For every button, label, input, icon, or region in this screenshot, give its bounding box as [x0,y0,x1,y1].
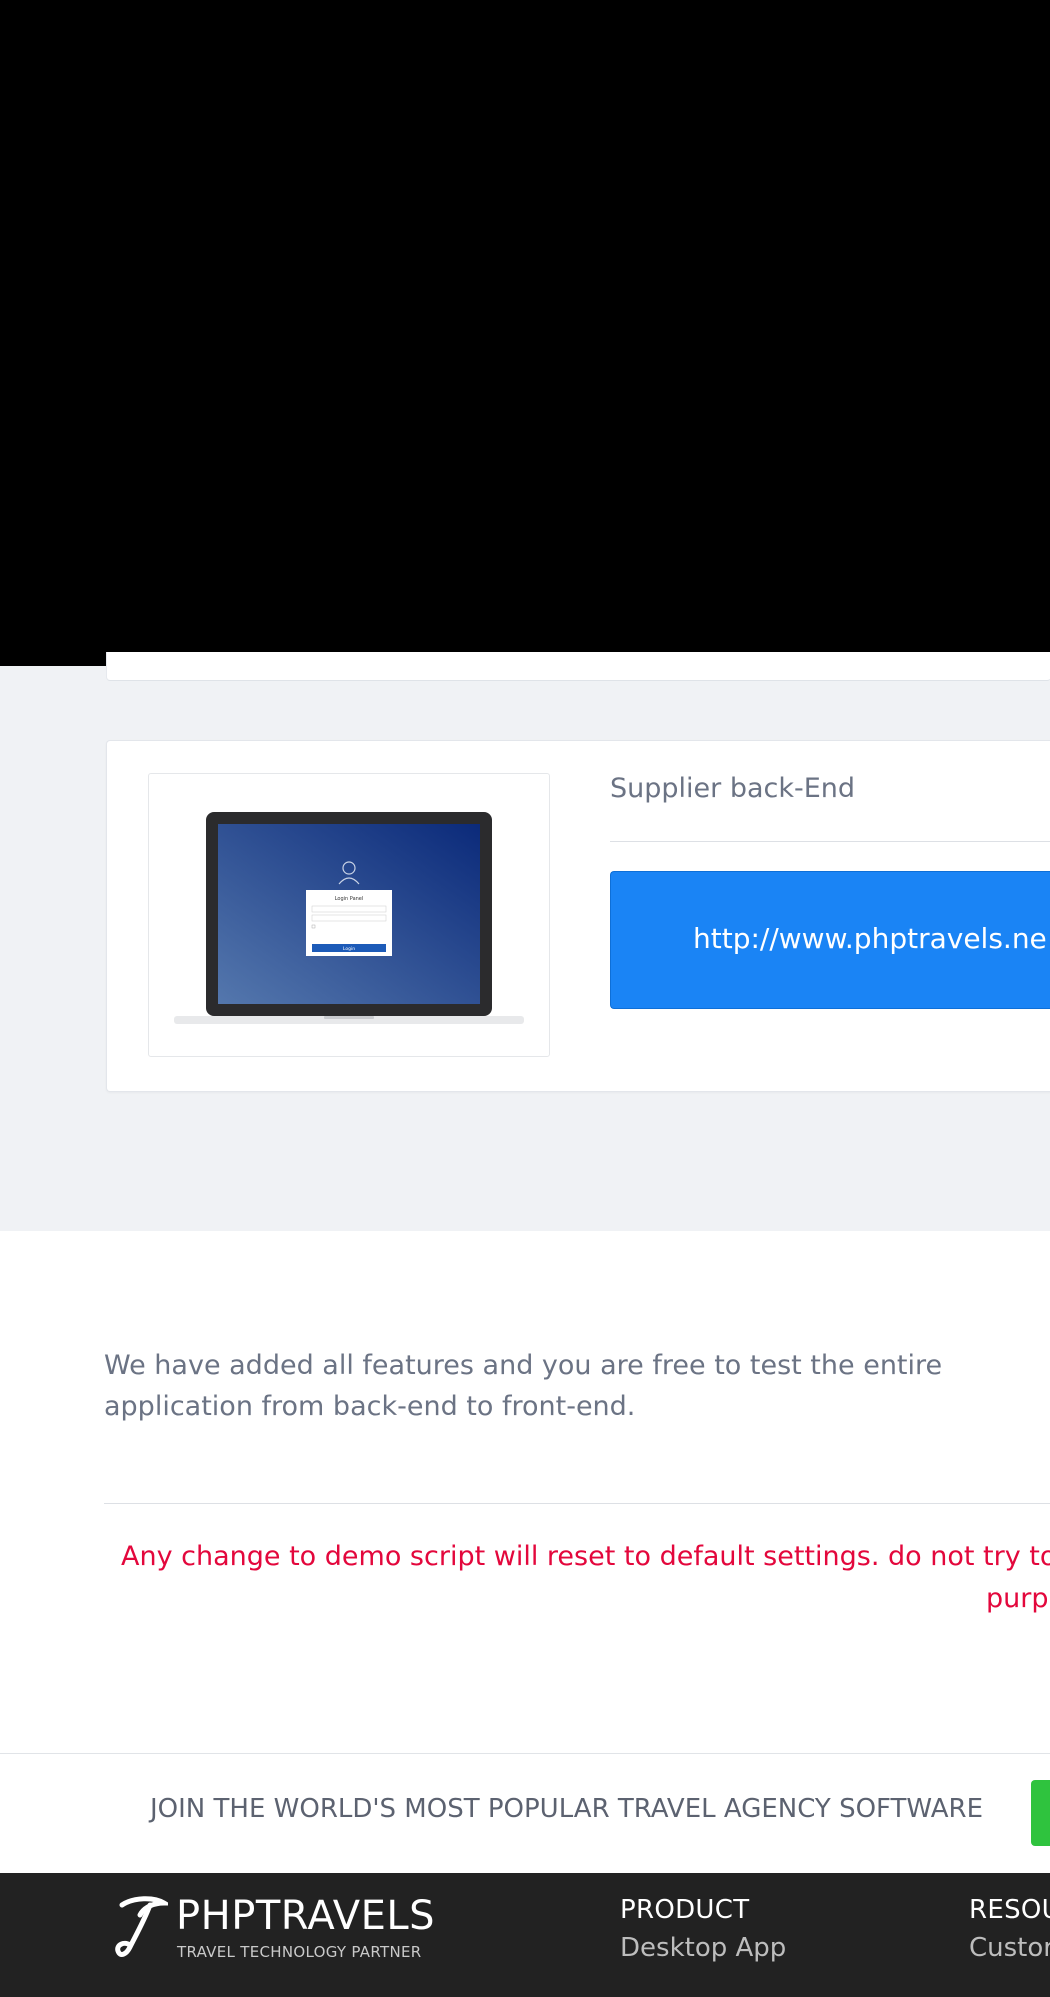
section-divider [104,1503,1050,1504]
phptravels-logo-icon [115,1896,168,1957]
site-footer: PHPTRAVELS TRAVEL TECHNOLOGY PARTNER PRO… [0,1873,1050,1997]
footer-logo[interactable]: PHPTRAVELS TRAVEL TECHNOLOGY PARTNER [114,1893,436,1973]
video-overlay [0,0,1050,666]
card-title: Supplier back-End [610,773,856,804]
thumbnail-login-button: Login [343,946,355,952]
previous-card-edge [106,652,1050,681]
card-divider [610,841,1050,842]
footer-brand-name: PHPTRAVELS [176,1893,436,1939]
supplier-backend-thumbnail: Login Panel Login [148,773,550,1057]
supplier-backend-url-button[interactable]: http://www.phptravels.ne [610,871,1050,1009]
join-banner-text: JOIN THE WORLD'S MOST POPULAR TRAVEL AGE… [150,1794,983,1824]
join-banner: JOIN THE WORLD'S MOST POPULAR TRAVEL AGE… [0,1753,1050,1874]
footer-link-desktop-app[interactable]: Desktop App [620,1933,786,1963]
footer-product-heading: PRODUCT [620,1895,750,1925]
warning-line-2: purp [986,1583,1049,1614]
supplier-backend-card: Login Panel Login Supplier back-End http… [106,740,1050,1092]
footer-link-resources-first[interactable]: Custor [969,1933,1050,1963]
laptop-screenshot-image: Login Panel Login [174,812,524,1024]
url-button-label: http://www.phptravels.ne [693,922,1047,955]
features-description: We have added all features and you are f… [104,1350,943,1422]
join-cta-button[interactable] [1031,1780,1050,1846]
demo-warning: Any change to demo script will reset to … [104,1536,1050,1620]
footer-resources-heading: RESOU [969,1895,1050,1925]
warning-line-1: Any change to demo script will reset to … [121,1541,1050,1572]
footer-brand-tagline: TRAVEL TECHNOLOGY PARTNER [177,1943,422,1961]
thumbnail-panel-title: Login Panel [335,896,364,902]
